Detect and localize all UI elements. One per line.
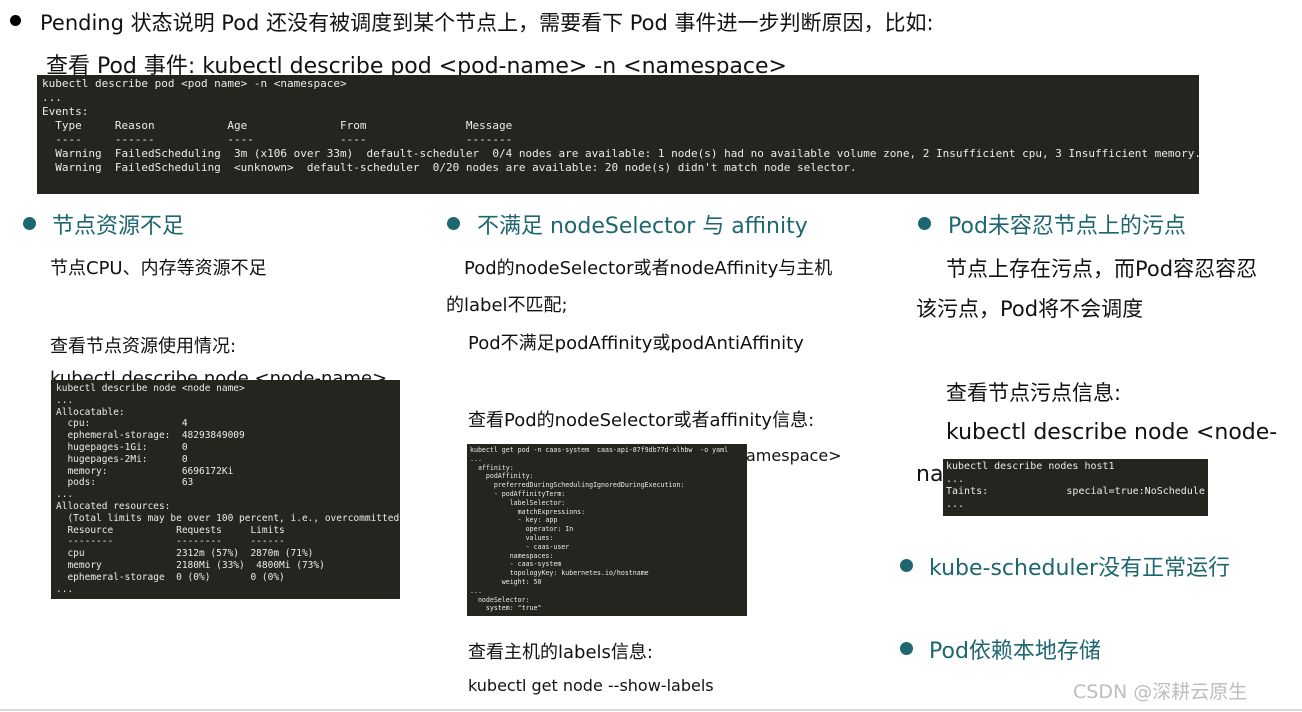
node-res-line: ... bbox=[56, 583, 74, 595]
pod-yaml-line: labelSelector: bbox=[470, 498, 566, 507]
pod-yaml-line: namespaces: bbox=[470, 551, 554, 560]
node-res-line: Resource Requests Limits bbox=[56, 524, 285, 536]
node-res-line: Allocated resources: bbox=[56, 500, 171, 512]
node-res-line: cpu: 4 bbox=[56, 418, 188, 430]
pod-yaml-line: - podAffinityTerm: bbox=[470, 489, 566, 498]
node-res-line: ... bbox=[56, 394, 74, 406]
pod-yaml-line: podAffinity: bbox=[470, 472, 534, 481]
col2-desc-affinity: Pod不满足podAffinity或podAntiAffinity bbox=[468, 333, 804, 354]
pod-yaml-line: system: "true" bbox=[470, 604, 542, 613]
pod-yaml-line: nodeSelector: bbox=[470, 595, 530, 604]
col1-check: 查看节点资源使用情况: bbox=[50, 336, 237, 357]
pod-yaml-line: weight: 50 bbox=[470, 577, 542, 586]
col3-title: Pod未容忍节点上的污点 bbox=[948, 214, 1186, 239]
node-res-line: -------- -------- ------ bbox=[56, 536, 285, 548]
events-line: Warning FailedScheduling 3m (x106 over 3… bbox=[42, 147, 1199, 160]
taint-line: ... bbox=[946, 498, 965, 510]
events-line: ... bbox=[42, 91, 62, 104]
scheduler-not-running: kube-scheduler没有正常运行 bbox=[929, 556, 1231, 581]
node-res-line: (Total limits may be over 100 percent, i… bbox=[56, 512, 400, 524]
node-res-line: memory 2180Mi (33%) 4800Mi (73%) bbox=[56, 559, 325, 571]
node-res-line: kubectl describe node <node name> bbox=[56, 383, 245, 394]
taint-line: Taints: special=true:NoSchedule bbox=[946, 486, 1205, 497]
col1-desc: 节点CPU、内存等资源不足 bbox=[50, 258, 267, 279]
col3-check: 查看节点污点信息: bbox=[946, 381, 1122, 405]
pod-yaml-line: - key: app bbox=[470, 516, 558, 525]
pod-yaml-line: kubectl get pod -n caas-system caas-api-… bbox=[470, 446, 729, 454]
taint-line: kubectl describe nodes host1 bbox=[946, 461, 1115, 472]
events-line: kubectl describe pod <pod name> -n <name… bbox=[42, 77, 347, 90]
col3-cmd-line1: kubectl describe node <node- bbox=[946, 420, 1278, 445]
col2-labels-cmd: kubectl get node --show-labels bbox=[468, 676, 714, 695]
pod-yaml-line: - caas-user bbox=[470, 542, 570, 551]
events-line: Type Reason Age From Message bbox=[42, 119, 513, 132]
pod-yaml-line: preferredDuringSchedulingIgnoredDuringEx… bbox=[470, 481, 685, 490]
col3-desc-line1: 节点上存在污点，而Pod容忍容忍 bbox=[946, 257, 1258, 281]
col2-desc-line1: Pod的nodeSelector或者nodeAffinity与主机 bbox=[464, 258, 833, 279]
pod-yaml-line: matchExpressions: bbox=[470, 507, 586, 516]
pod-yaml-line: topologyKey: kubernetes.io/hostname bbox=[470, 569, 649, 578]
node-res-line: memory: 6696172Ki bbox=[56, 465, 234, 477]
pod-yaml-line: operator: In bbox=[470, 525, 574, 534]
col2-cmd-tail: amespace> bbox=[746, 446, 842, 465]
node-res-line: ephemeral-storage 0 (0%) 0 (0%) bbox=[56, 571, 285, 583]
node-res-line: ephemeral-storage: 48293849009 bbox=[56, 430, 245, 442]
intro-bullet bbox=[10, 15, 21, 26]
col2-labels-check: 查看主机的labels信息: bbox=[468, 642, 653, 663]
col3-bullet-taint bbox=[918, 217, 931, 230]
bottom-divider bbox=[0, 709, 1302, 711]
pod-yaml-line: values: bbox=[470, 533, 554, 542]
events-line: ---- ------ ---- ---- ------- bbox=[42, 133, 513, 146]
node-res-line: pods: 63 bbox=[56, 477, 194, 489]
pod-yaml-line: ... bbox=[470, 586, 482, 595]
col2-check: 查看Pod的nodeSelector或者affinity信息: bbox=[468, 410, 815, 431]
col3-bullet-local-storage bbox=[900, 642, 913, 655]
col3-bullet-scheduler bbox=[900, 559, 913, 572]
col2-bullet bbox=[447, 217, 460, 230]
node-res-line: hugepages-2Mi: 0 bbox=[56, 453, 188, 465]
node-res-line: Allocatable: bbox=[56, 406, 125, 418]
pod-yaml-line: ... bbox=[470, 454, 482, 463]
local-storage-dependency: Pod依赖本地存储 bbox=[929, 639, 1101, 664]
pod-yaml-line: - caas-system bbox=[470, 560, 562, 569]
intro-text: Pending 状态说明 Pod 还没有被调度到某个节点上，需要看下 Pod 事… bbox=[40, 11, 934, 35]
events-line: Warning FailedScheduling <unknown> defau… bbox=[42, 161, 857, 174]
node-taints-terminal: kubectl describe nodes host1 ... Taints:… bbox=[943, 459, 1208, 516]
col3-desc-line2: 该污点，Pod将不会调度 bbox=[916, 297, 1144, 321]
pod-yaml-line: affinity: bbox=[470, 463, 514, 472]
col1-title: 节点资源不足 bbox=[52, 214, 185, 239]
node-res-line: hugepages-1Gi: 0 bbox=[56, 441, 188, 453]
events-terminal: kubectl describe pod <pod name> -n <name… bbox=[37, 75, 1199, 194]
pod-affinity-terminal: kubectl get pod -n caas-system caas-api-… bbox=[467, 444, 747, 616]
node-resources-terminal: kubectl describe node <node name> ... Al… bbox=[51, 380, 400, 599]
col2-title: 不满足 nodeSelector 与 affinity bbox=[477, 214, 808, 239]
node-res-line: cpu 2312m (57%) 2870m (71%) bbox=[56, 548, 314, 560]
col2-desc-line2: 的label不匹配; bbox=[446, 295, 568, 316]
taint-line: ... bbox=[946, 473, 965, 485]
col1-bullet bbox=[23, 217, 36, 230]
events-line: Events: bbox=[42, 105, 89, 118]
col3-cmd-line2: na bbox=[916, 462, 944, 487]
node-res-line: ... bbox=[56, 489, 74, 501]
watermark: CSDN @深耕云原生 bbox=[1073, 681, 1248, 703]
